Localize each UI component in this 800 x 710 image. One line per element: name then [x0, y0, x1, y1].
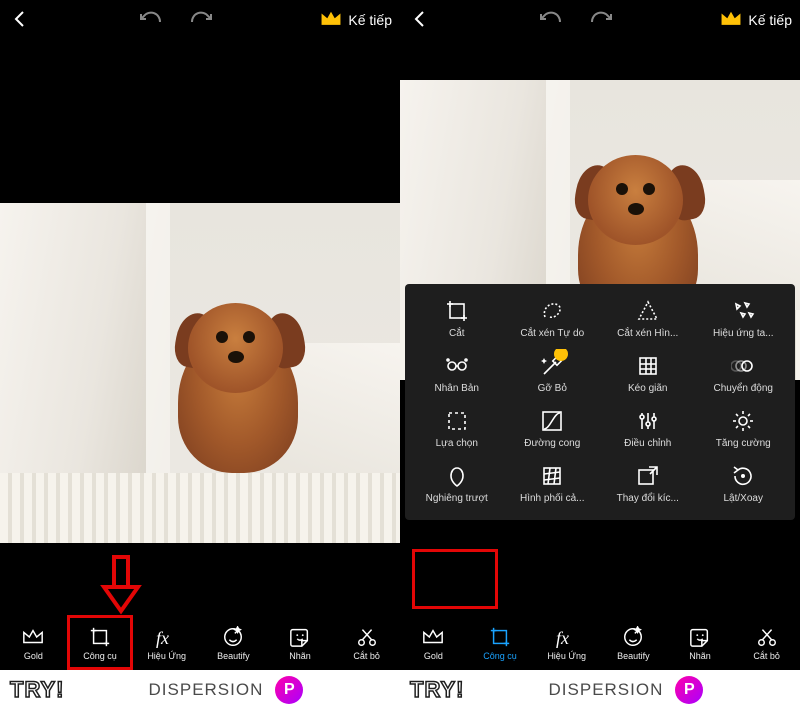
tool-enhance[interactable]: Tăng cường [697, 404, 789, 453]
svg-text:fx: fx [556, 628, 569, 648]
nav-beautify[interactable]: Beautify [200, 615, 267, 670]
back-button[interactable] [408, 10, 432, 31]
screen-left: Kế tiếp Gold Công cụ fx Hiệu Ứng Beautify… [0, 0, 400, 710]
nav-label: Cắt bỏ [753, 651, 780, 661]
tool-freecrop[interactable]: Cắt xén Tự do [506, 294, 598, 343]
ad-app-logo-icon: P [675, 676, 703, 704]
annotation-highlight-box [412, 549, 498, 609]
nav-cutout[interactable]: Cắt bỏ [733, 615, 800, 670]
image-canvas[interactable] [0, 40, 400, 615]
nav-effects[interactable]: fx Hiệu Ứng [533, 615, 600, 670]
tool-select[interactable]: Lựa chọn [411, 404, 503, 453]
ad-app-logo-icon: P [275, 676, 303, 704]
nav-cutout[interactable]: Cắt bỏ [333, 615, 400, 670]
tool-label: Gỡ Bỏ [538, 383, 567, 394]
topbar: Kế tiếp [400, 0, 800, 40]
ad-text: DISPERSION [549, 680, 664, 700]
tool-label: Cắt xén Tự do [520, 328, 584, 339]
nav-tools[interactable]: Công cụ [467, 615, 534, 670]
screen-right: Kế tiếp Cắt Cắt xén Tự do Cắt xén Hìn...… [400, 0, 800, 710]
nav-label: Beautify [617, 651, 650, 661]
tool-motion[interactable]: Chuyển động [697, 349, 789, 398]
tool-adjust[interactable]: Điều chỉnh [602, 404, 694, 453]
nav-label: Gold [24, 651, 43, 661]
crown-icon[interactable] [320, 10, 342, 31]
topbar: Kế tiếp [0, 0, 400, 40]
tool-fliprotate[interactable]: Lật/Xoay [697, 459, 789, 508]
nav-effects[interactable]: fx Hiệu Ứng [133, 615, 200, 670]
tool-label: Hiệu ứng ta... [713, 328, 774, 339]
undo-button[interactable] [138, 9, 164, 32]
nav-label: Gold [424, 651, 443, 661]
nav-gold[interactable]: Gold [0, 615, 67, 670]
tool-label: Kéo giãn [628, 383, 667, 394]
next-button[interactable]: Kế tiếp [748, 12, 792, 28]
tool-disperse[interactable]: Hiệu ứng ta... [697, 294, 789, 343]
edited-photo [0, 113, 400, 543]
tool-label: Chuyển động [714, 383, 774, 394]
nav-label: Nhãn [289, 651, 311, 661]
nav-label: Công cụ [483, 651, 517, 661]
tool-label: Nghiêng trượt [426, 493, 488, 504]
nav-label: Hiệu Ứng [547, 651, 586, 661]
back-button[interactable] [8, 10, 32, 31]
crown-icon[interactable] [720, 10, 742, 31]
tool-stretch[interactable]: Kéo giãn [602, 349, 694, 398]
nav-gold[interactable]: Gold [400, 615, 467, 670]
tool-label: Lật/Xoay [724, 493, 763, 504]
tools-panel: Cắt Cắt xén Tự do Cắt xén Hìn... Hiệu ứn… [405, 284, 795, 520]
nav-sticker[interactable]: Nhãn [667, 615, 734, 670]
tool-label: Hình phối cả... [520, 493, 584, 504]
nav-label: Cắt bỏ [353, 651, 380, 661]
tool-shapecrop[interactable]: Cắt xén Hìn... [602, 294, 694, 343]
tool-label: Cắt [449, 328, 465, 339]
annotation-arrow [100, 555, 142, 620]
ad-thumbnail [477, 675, 537, 705]
nav-label: Beautify [217, 651, 250, 661]
bottom-nav: Gold Công cụ fx Hiệu Ứng Beautify Nhãn Cắ… [400, 615, 800, 670]
ad-thumbnail [77, 675, 137, 705]
tool-label: Đường cong [524, 438, 580, 449]
ad-banner[interactable]: TRY! DISPERSION P [0, 670, 400, 710]
ad-banner[interactable]: TRY! DISPERSION P [400, 670, 800, 710]
ad-try-label: TRY! [10, 677, 65, 703]
nav-sticker[interactable]: Nhãn [267, 615, 334, 670]
tool-tiltshift[interactable]: Nghiêng trượt [411, 459, 503, 508]
tool-label: Cắt xén Hìn... [617, 328, 678, 339]
nav-label: Nhãn [689, 651, 711, 661]
nav-tools[interactable]: Công cụ [67, 615, 134, 670]
bottom-nav: Gold Công cụ fx Hiệu Ứng Beautify Nhãn Cắ… [0, 615, 400, 670]
nav-label: Hiệu Ứng [147, 651, 186, 661]
tool-clone[interactable]: Nhân Bản [411, 349, 503, 398]
svg-text:fx: fx [156, 628, 169, 648]
tool-label: Tăng cường [716, 438, 771, 449]
tool-perspective[interactable]: Hình phối cả... [506, 459, 598, 508]
tool-label: Nhân Bản [435, 383, 479, 394]
tool-crop[interactable]: Cắt [411, 294, 503, 343]
tool-label: Thay đổi kíc... [617, 493, 679, 504]
image-canvas[interactable]: Cắt Cắt xén Tự do Cắt xén Hìn... Hiệu ứn… [400, 40, 800, 615]
ad-text: DISPERSION [149, 680, 264, 700]
ad-try-label: TRY! [410, 677, 465, 703]
tool-resize[interactable]: Thay đổi kíc... [602, 459, 694, 508]
next-button[interactable]: Kế tiếp [348, 12, 392, 28]
undo-button[interactable] [538, 9, 564, 32]
nav-beautify[interactable]: Beautify [600, 615, 667, 670]
tool-label: Điều chỉnh [624, 438, 671, 449]
redo-button[interactable] [588, 9, 614, 32]
nav-label: Công cụ [83, 651, 117, 661]
tool-curves[interactable]: Đường cong [506, 404, 598, 453]
tool-remove[interactable]: Gỡ Bỏ [506, 349, 598, 398]
redo-button[interactable] [188, 9, 214, 32]
tool-label: Lựa chọn [436, 438, 478, 449]
